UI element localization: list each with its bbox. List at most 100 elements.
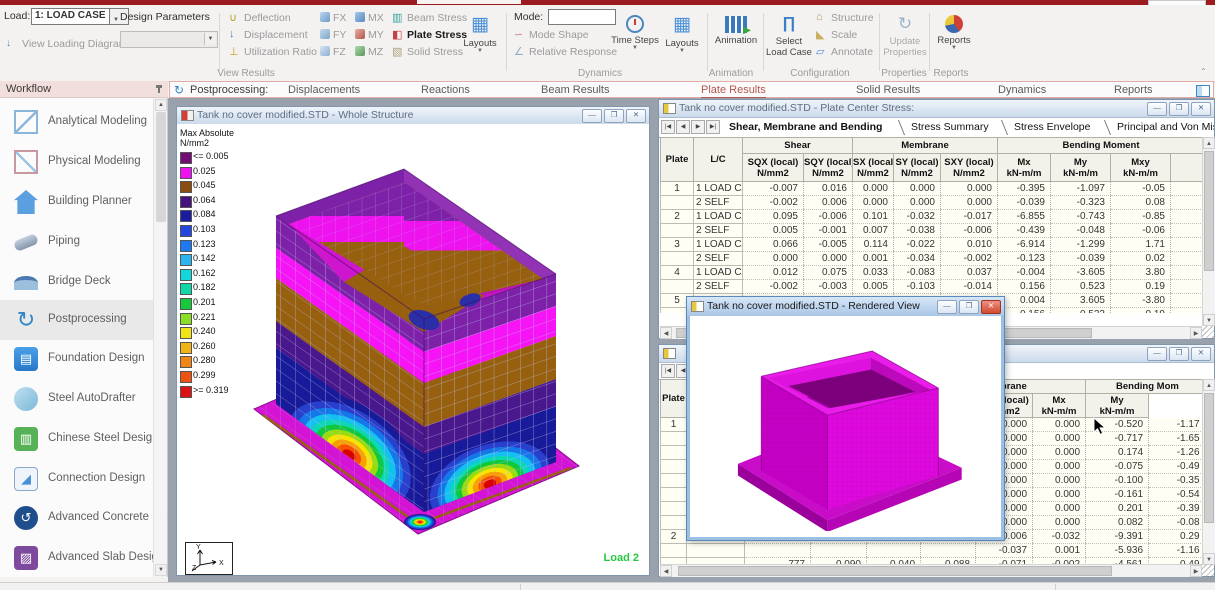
- last-sheet-icon[interactable]: ▶|: [706, 120, 720, 134]
- stress-table-row[interactable]: 41 LOAD CAS 0.0120.075 0.033-0.083 0.037…: [661, 266, 1204, 280]
- scroll-down-icon[interactable]: ▼: [1203, 314, 1215, 326]
- close-button[interactable]: ✕: [1191, 347, 1211, 361]
- sidebar-item-advanced-concrete[interactable]: ↺ Advanced Concrete D...: [0, 498, 153, 538]
- sidebar-item-physical-modeling[interactable]: Physical Modeling: [0, 142, 153, 182]
- displacement-button[interactable]: Displacement: [244, 29, 308, 41]
- scroll-left-icon[interactable]: ◀: [660, 327, 672, 339]
- scroll-up-icon[interactable]: ▲: [1203, 379, 1215, 391]
- sidebar-scroll-thumb[interactable]: [156, 112, 166, 222]
- annotate-button[interactable]: Annotate: [831, 46, 873, 58]
- maximize-button[interactable]: ❐: [1169, 102, 1189, 116]
- minimize-button[interactable]: —: [582, 109, 602, 123]
- tab-plate-results[interactable]: Plate Results: [701, 84, 766, 98]
- sidebar-item-foundation-design[interactable]: ▤ Foundation Design: [0, 339, 153, 379]
- structure-canvas[interactable]: Max Absolute N/mm2 <= 0.005 0.0: [177, 124, 649, 575]
- minimize-button[interactable]: —: [1147, 102, 1167, 116]
- sidebar-item-chinese-steel-design[interactable]: ▥ Chinese Steel Design: [0, 419, 153, 459]
- minimize-button[interactable]: —: [1147, 347, 1167, 361]
- time-steps-button[interactable]: Time Steps ▼: [611, 13, 659, 71]
- load-case-combo[interactable]: 1: LOAD CASE 1: [31, 8, 115, 25]
- resize-grip[interactable]: [1202, 564, 1214, 576]
- stress-table-row[interactable]: 2 SELF 0.0000.000 0.001-0.034 -0.002-0.1…: [661, 252, 1204, 266]
- update-properties-button[interactable]: ↻ Update Properties: [882, 13, 928, 71]
- reports-button[interactable]: Reports ▼: [933, 13, 975, 71]
- scroll-down-icon[interactable]: ▼: [155, 564, 167, 576]
- tab-reports[interactable]: Reports: [1114, 84, 1153, 96]
- tab-reactions[interactable]: Reactions: [421, 84, 470, 96]
- scroll-right-icon[interactable]: ▶: [1190, 565, 1202, 577]
- close-button[interactable]: ✕: [1191, 102, 1211, 116]
- window-layout-icon[interactable]: [1196, 85, 1210, 97]
- fy-button[interactable]: FY: [333, 29, 346, 41]
- sidebar-item-piping[interactable]: Piping: [0, 222, 153, 262]
- mode-combo[interactable]: [548, 9, 616, 25]
- my-button[interactable]: MY: [368, 29, 384, 41]
- layouts2-button[interactable]: ▦ Layouts ▼: [661, 13, 703, 71]
- rendered-view-window[interactable]: Tank no cover modified.STD - Rendered Vi…: [686, 296, 1005, 541]
- layouts-button[interactable]: ▦ Layouts ▼: [458, 13, 502, 71]
- mz-button[interactable]: MZ: [368, 46, 383, 58]
- deflection-button[interactable]: Deflection: [244, 12, 291, 24]
- fz-button[interactable]: FZ: [333, 46, 346, 58]
- stress-model-3d[interactable]: [177, 124, 649, 575]
- sheet-tab-shear-membrane-bending[interactable]: Shear, Membrane and Bending: [729, 121, 882, 133]
- tab-solid-results[interactable]: Solid Results: [856, 84, 920, 96]
- sidebar-item-steel-autodrafter[interactable]: Steel AutoDrafter: [0, 379, 153, 419]
- summary-table-row[interactable]: -0.0370.001 -5.936-1.16: [661, 544, 1204, 558]
- stress-window-titlebar[interactable]: Tank no cover modified.STD - Plate Cente…: [659, 100, 1214, 118]
- stress-table-row[interactable]: 2 SELF -0.0020.006 0.0000.000 0.000-0.03…: [661, 196, 1204, 210]
- first-sheet-icon[interactable]: |◀: [661, 120, 675, 134]
- sheet-tab-stress-summary[interactable]: Stress Summary: [911, 121, 989, 133]
- design-parameters-combo[interactable]: ▼: [120, 31, 218, 48]
- ribbon-collapse-icon[interactable]: ⌃: [1200, 67, 1207, 76]
- sidebar-scrollbar[interactable]: ▲ ▼: [153, 98, 167, 577]
- tab-dynamics[interactable]: Dynamics: [998, 84, 1046, 96]
- pin-icon[interactable]: [158, 85, 160, 93]
- stress-vertical-scrollbar[interactable]: ▲ ▼: [1202, 137, 1215, 326]
- resize-grip[interactable]: [1202, 326, 1214, 338]
- mx-button[interactable]: MX: [368, 12, 384, 24]
- stress-table-row[interactable]: 2 SELF 0.005-0.001 0.007-0.038 -0.006-0.…: [661, 224, 1204, 238]
- prev-sheet-icon[interactable]: ◀: [676, 120, 690, 134]
- scroll-up-icon[interactable]: ▲: [155, 99, 167, 111]
- scale-button[interactable]: Scale: [831, 29, 857, 41]
- whole-structure-titlebar[interactable]: Tank no cover modified.STD - Whole Struc…: [177, 107, 649, 125]
- rendered-view-titlebar[interactable]: Tank no cover modified.STD - Rendered Vi…: [687, 297, 1004, 317]
- select-load-case-button[interactable]: ∏ Select Load Case: [766, 13, 812, 71]
- stress-table-row[interactable]: 2 SELF -0.002-0.003 0.005-0.103 -0.0140.…: [661, 280, 1204, 294]
- maximize-button[interactable]: ❐: [604, 109, 624, 123]
- stress-table[interactable]: Plate L/C Shear Membrane Bending Moment …: [660, 137, 1203, 313]
- fx-button[interactable]: FX: [333, 12, 346, 24]
- close-button[interactable]: ✕: [981, 300, 1001, 314]
- stress-table-row[interactable]: 21 LOAD CAS 0.095-0.006 0.101-0.032 -0.0…: [661, 210, 1204, 224]
- stress-table-row[interactable]: 11 LOAD CAS -0.0070.016 0.0000.000 0.000…: [661, 182, 1204, 196]
- next-sheet-icon[interactable]: ▶: [691, 120, 705, 134]
- animation-button[interactable]: ▶ Animation: [711, 13, 761, 71]
- structure-button[interactable]: Structure: [831, 12, 874, 24]
- sidebar-item-building-planner[interactable]: Building Planner: [0, 182, 153, 222]
- scroll-right-icon[interactable]: ▶: [1190, 327, 1202, 339]
- solid-stress-button[interactable]: Solid Stress: [407, 46, 463, 58]
- tab-displacements[interactable]: Displacements: [288, 84, 360, 96]
- relative-response-button[interactable]: Relative Response: [529, 46, 617, 58]
- sidebar-item-bridge-deck[interactable]: Bridge Deck: [0, 262, 153, 302]
- sidebar-item-connection-design[interactable]: ◢ Connection Design: [0, 459, 153, 499]
- sidebar-item-postprocessing[interactable]: ↻ Postprocessing: [0, 300, 153, 340]
- close-button[interactable]: ✕: [626, 109, 646, 123]
- tab-beam-results[interactable]: Beam Results: [541, 84, 609, 96]
- view-loading-diagram-button[interactable]: View Loading Diagram: [22, 38, 127, 50]
- maximize-button[interactable]: ❐: [1169, 347, 1189, 361]
- stress-table-row[interactable]: 31 LOAD CAS 0.066-0.005 0.114-0.022 0.01…: [661, 238, 1204, 252]
- summary-vertical-scrollbar[interactable]: ▲ ▼: [1202, 379, 1215, 565]
- first-sheet-icon[interactable]: |◀: [661, 364, 675, 378]
- sidebar-item-advanced-slab-design[interactable]: ▨ Advanced Slab Design: [0, 538, 153, 578]
- sheet-tab-stress-envelope[interactable]: Stress Envelope: [1014, 121, 1090, 133]
- sidebar-item-analytical-modeling[interactable]: Analytical Modeling: [0, 102, 153, 142]
- maximize-button[interactable]: ❐: [959, 300, 979, 314]
- mode-shape-button[interactable]: Mode Shape: [529, 29, 589, 41]
- utilization-ratio-button[interactable]: Utilization Ratio: [244, 46, 317, 58]
- scroll-left-icon[interactable]: ◀: [660, 565, 672, 577]
- scroll-up-icon[interactable]: ▲: [1203, 137, 1215, 149]
- summary-horizontal-scrollbar[interactable]: ◀ ▶: [660, 564, 1202, 577]
- rendered-view-canvas[interactable]: [687, 316, 1004, 540]
